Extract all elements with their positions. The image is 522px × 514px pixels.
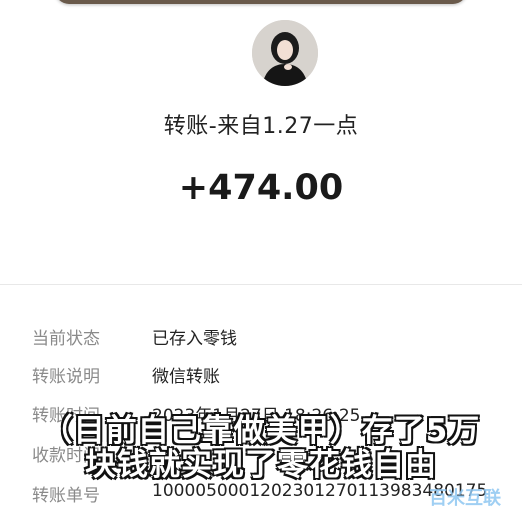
top-bar	[55, 0, 467, 4]
divider	[0, 284, 522, 285]
avatar	[252, 20, 318, 86]
status-label: 当前状态	[32, 329, 100, 349]
note-label: 转账说明	[32, 367, 100, 387]
order-label: 转账单号	[32, 486, 100, 506]
status-value: 已存入零钱	[152, 329, 237, 349]
watermark-logo: 百米互联	[429, 487, 501, 509]
video-caption-line-1: （目前自己靠做美甲）存了5万	[41, 413, 481, 449]
watermark-text: 百米互联	[429, 487, 501, 509]
transfer-title: 转账-来自1.27一点	[163, 114, 359, 139]
note-value: 微信转账	[152, 367, 220, 387]
avatar-image	[252, 20, 318, 86]
transfer-amount: +474.00	[178, 168, 344, 208]
video-caption-line-2: 块钱就实现了零花钱自由	[84, 447, 437, 483]
